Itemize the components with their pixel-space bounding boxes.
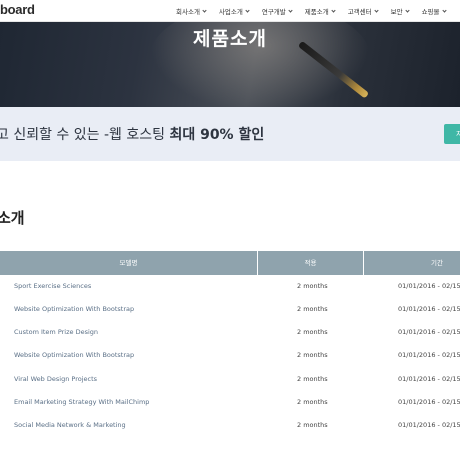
page-title: 제품소개 <box>193 28 267 50</box>
cell-apply: 2 months <box>297 375 328 383</box>
menu-item-products[interactable]: 제품소개 <box>304 6 336 16</box>
cell-period: 01/01/2016 - 02/15/2016 <box>398 305 460 313</box>
menu-item-label: 고객센터 <box>347 8 372 16</box>
menu-item-label: 제품소개 <box>304 8 329 16</box>
menu-item-shop[interactable]: 쇼핑몰 <box>421 6 447 16</box>
menu-item-company[interactable]: 회사소개 <box>176 6 207 16</box>
hero-banner: 제품소개 <box>0 22 460 107</box>
promo-text: 고 신뢰할 수 있는 -웹 호스팅 최대 90% 할인 <box>0 124 264 144</box>
table-row: Website Optimization With Bootstrap 2 mo… <box>0 344 460 367</box>
menu-item-research[interactable]: 연구개발 <box>261 6 293 16</box>
chevron-down-icon <box>288 7 293 13</box>
cell-apply: 2 months <box>297 351 328 359</box>
cell-model: Viral Web Design Projects <box>14 375 98 383</box>
table-row: Custom Item Prize Design 2 months 01/01/… <box>0 321 460 344</box>
cell-period: 01/01/2016 - 02/15/2016 <box>398 375 460 383</box>
chevron-down-icon <box>245 7 250 13</box>
chevron-down-icon <box>404 7 410 13</box>
cell-model: Website Optimization With Bootstrap <box>14 305 135 313</box>
cell-model: Email Marketing Strategy With MailChimp <box>14 398 150 406</box>
column-header-apply: 적용 <box>304 259 317 267</box>
menu-item-label: 회사소개 <box>176 8 200 16</box>
menu-item-business[interactable]: 사업소개 <box>218 6 250 16</box>
cell-model: Website Optimization With Bootstrap <box>14 351 135 359</box>
cell-period: 01/01/2016 - 02/15/2016 <box>398 282 460 290</box>
cell-period: 01/01/2016 - 02/15/2016 <box>398 328 460 336</box>
column-header-model: 모델명 <box>119 259 138 267</box>
promo-button[interactable]: 지 <box>444 124 460 144</box>
chevron-down-icon <box>373 7 379 13</box>
promo-text-prefix: 고 신뢰할 수 있는 -웹 호스팅 <box>0 127 170 143</box>
top-nav: board 회사소개 사업소개 연구개발 제품소개 고객센터 보안 쇼핑몰 <box>0 0 460 22</box>
logo[interactable]: board <box>0 2 35 17</box>
table-row: Social Media Network & Marketing 2 month… <box>0 414 460 437</box>
table-row: Website Optimization With Bootstrap 2 mo… <box>0 298 460 321</box>
cell-period: 01/01/2016 - 02/15/2016 <box>398 421 460 429</box>
promo-banner: 고 신뢰할 수 있는 -웹 호스팅 최대 90% 할인 지 <box>0 107 460 161</box>
cell-apply: 2 months <box>297 328 328 336</box>
menu-item-label: 연구개발 <box>261 8 286 16</box>
table-header: 모델명 적용 기간 <box>0 251 460 275</box>
menu-item-security[interactable]: 보안 <box>390 6 410 16</box>
menu-item-label: 쇼핑몰 <box>421 8 440 16</box>
menu-item-label: 사업소개 <box>218 8 243 16</box>
chevron-down-icon <box>331 7 336 13</box>
cell-period: 01/01/2016 - 02/15/2016 <box>398 351 460 359</box>
table-row: Sport Exercise Sciences 2 months 01/01/2… <box>0 275 460 298</box>
cell-apply: 2 months <box>297 421 328 429</box>
cell-apply: 2 months <box>297 398 328 406</box>
cell-apply: 2 months <box>297 305 328 313</box>
menu-item-support[interactable]: 고객센터 <box>347 6 379 16</box>
cell-model: Sport Exercise Sciences <box>14 282 92 290</box>
table-row: Email Marketing Strategy With MailChimp … <box>0 391 460 414</box>
cell-model: Custom Item Prize Design <box>14 328 99 336</box>
section-title: 소개 <box>0 209 25 227</box>
chevron-down-icon <box>441 7 447 13</box>
menu-item-label: 보안 <box>390 8 403 16</box>
cell-period: 01/01/2016 - 02/15/2016 <box>398 398 460 406</box>
cell-apply: 2 months <box>297 282 328 290</box>
cell-model: Social Media Network & Marketing <box>14 421 126 429</box>
promo-text-highlight: 최대 90% 할인 <box>169 127 265 143</box>
chevron-down-icon <box>202 7 207 13</box>
table-row: Viral Web Design Projects 2 months 01/01… <box>0 368 460 391</box>
column-header-period: 기간 <box>431 259 443 267</box>
main-menu: 회사소개 사업소개 연구개발 제품소개 고객센터 보안 쇼핑몰 <box>176 0 459 22</box>
